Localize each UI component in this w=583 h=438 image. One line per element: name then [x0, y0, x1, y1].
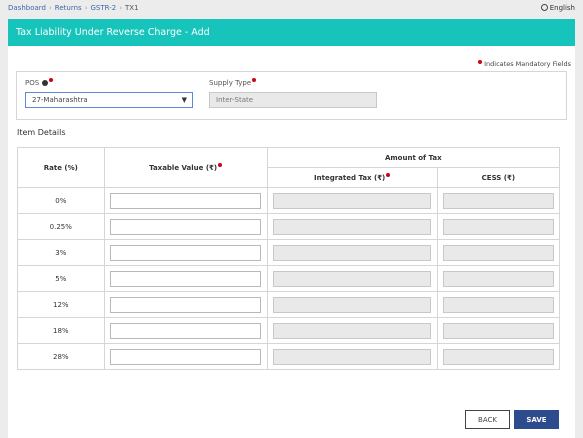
col-rate: Rate (%) [17, 147, 105, 188]
integrated-tax-input [273, 270, 432, 287]
back-button[interactable]: BACK [465, 410, 510, 429]
cess-input [442, 296, 554, 313]
rate-cell: 3% [17, 239, 105, 266]
integrated-tax-input [273, 348, 432, 365]
rate-cell: 12% [17, 291, 105, 318]
cess-cell [436, 291, 561, 318]
breadcrumb-dashboard[interactable]: Dashboard [8, 4, 46, 12]
taxable-value-input[interactable] [110, 270, 262, 287]
integrated-tax-cell [266, 343, 438, 370]
taxable-value-cell [103, 317, 268, 344]
rate-cell: 18% [17, 317, 105, 344]
pos-select-value: 27-Maharashtra [32, 96, 88, 104]
integrated-tax-input [273, 244, 432, 261]
taxable-value-input[interactable] [110, 244, 262, 261]
table-row: 0.25% [17, 213, 561, 240]
cess-input [442, 270, 554, 287]
integrated-tax-input [273, 192, 432, 209]
cess-input [442, 348, 554, 365]
cess-cell [436, 343, 561, 370]
cess-cell [436, 239, 561, 266]
mandatory-note: Indicates Mandatory Fields [478, 60, 571, 68]
taxable-value-cell [103, 291, 268, 318]
taxable-value-cell [103, 213, 268, 240]
form-strip: POS 27-Maharashtra ▼ Supply Type Inter-S… [16, 71, 567, 120]
supply-type-value: Inter-State [216, 96, 254, 104]
table-row: 0% [17, 187, 561, 214]
taxable-value-input[interactable] [110, 296, 262, 313]
info-icon[interactable] [42, 80, 49, 86]
cess-cell [436, 317, 561, 344]
breadcrumb-separator: › [119, 4, 123, 12]
rate-cell: 0.25% [17, 213, 105, 240]
taxable-value-input[interactable] [110, 348, 262, 365]
breadcrumb-separator: › [84, 4, 88, 12]
integrated-tax-input [273, 296, 432, 313]
integrated-tax-cell [266, 187, 438, 214]
cess-cell [436, 265, 561, 292]
cess-input [442, 322, 554, 339]
taxable-value-cell [103, 239, 268, 266]
required-dot-icon [218, 163, 223, 167]
integrated-tax-cell [266, 239, 438, 266]
required-dot-icon [478, 60, 483, 64]
breadcrumb-separator: › [48, 4, 52, 12]
mandatory-note-text: Indicates Mandatory Fields [484, 60, 571, 68]
taxable-value-cell [103, 343, 268, 370]
rate-cell: 0% [17, 187, 105, 214]
breadcrumb: Dashboard › Returns › GSTR-2 › TX1 [8, 4, 139, 12]
taxable-value-input[interactable] [110, 322, 262, 339]
rate-cell: 5% [17, 265, 105, 292]
pos-select[interactable]: 27-Maharashtra ▼ [25, 92, 193, 108]
col-taxable-value: Taxable Value (₹) [103, 147, 268, 188]
cess-cell [436, 213, 561, 240]
cess-input [442, 244, 554, 261]
col-integrated-tax: Integrated Tax (₹) [266, 167, 438, 188]
table-row: 3% [17, 239, 561, 266]
required-dot-icon [386, 173, 391, 177]
breadcrumb-gstr2[interactable]: GSTR-2 [91, 4, 117, 12]
pos-label: POS [25, 78, 54, 87]
chevron-down-icon: ▼ [181, 96, 187, 104]
language-selector[interactable]: English [540, 4, 575, 12]
taxable-value-cell [103, 265, 268, 292]
top-bar: Dashboard › Returns › GSTR-2 › TX1 English [0, 0, 583, 17]
table-row: 12% [17, 291, 561, 318]
cess-cell [436, 187, 561, 214]
col-integrated-tax-label: Integrated Tax (₹) [314, 174, 386, 182]
page-header: Tax Liability Under Reverse Charge - Add [8, 19, 575, 46]
item-details-table: Rate (%) Taxable Value (₹) Amount of Tax… [17, 147, 561, 370]
taxable-value-input[interactable] [110, 218, 262, 235]
cess-input [442, 192, 554, 209]
save-button[interactable]: SAVE [514, 410, 559, 429]
integrated-tax-input [273, 322, 432, 339]
item-details-title: Item Details [17, 128, 66, 137]
integrated-tax-cell [266, 317, 438, 344]
integrated-tax-input [273, 218, 432, 235]
cess-input [442, 218, 554, 235]
page-title: Tax Liability Under Reverse Charge - Add [16, 27, 210, 38]
taxable-value-cell [103, 187, 268, 214]
breadcrumb-current: TX1 [125, 4, 139, 12]
col-cess: CESS (₹) [436, 167, 561, 188]
supply-type-field: Inter-State [209, 92, 377, 108]
globe-icon [540, 4, 548, 11]
breadcrumb-returns[interactable]: Returns [55, 4, 82, 12]
required-dot-icon [49, 78, 54, 82]
col-taxable-value-label: Taxable Value (₹) [149, 164, 218, 172]
col-amount-of-tax: Amount of Tax [266, 147, 561, 168]
pos-label-text: POS [25, 79, 40, 87]
required-dot-icon [252, 78, 257, 82]
table-row: 18% [17, 317, 561, 344]
integrated-tax-cell [266, 265, 438, 292]
rate-cell: 28% [17, 343, 105, 370]
supply-type-label: Supply Type [209, 78, 257, 87]
supply-type-label-text: Supply Type [209, 79, 252, 87]
language-label: English [549, 4, 575, 12]
integrated-tax-cell [266, 213, 438, 240]
taxable-value-input[interactable] [110, 192, 262, 209]
table-row: 28% [17, 343, 561, 370]
table-row: 5% [17, 265, 561, 292]
integrated-tax-cell [266, 291, 438, 318]
